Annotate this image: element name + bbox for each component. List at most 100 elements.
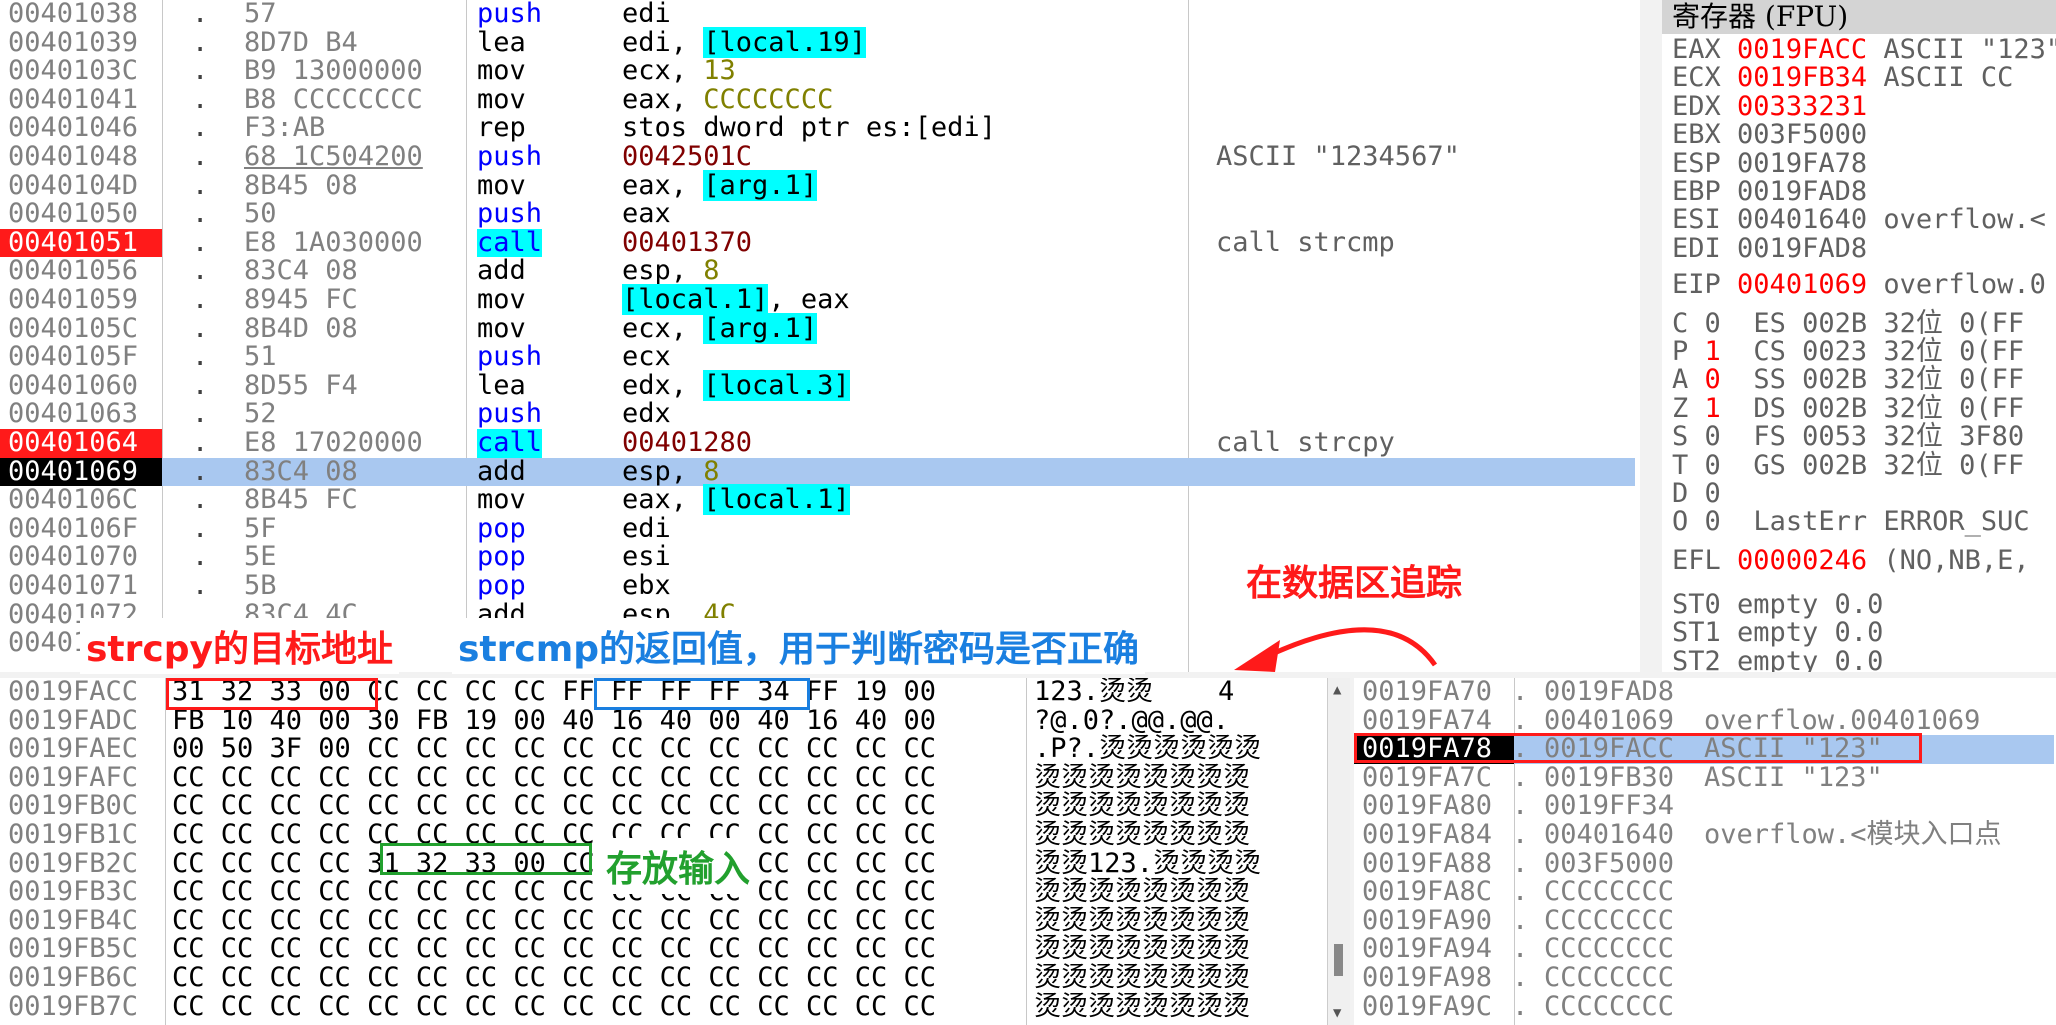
registers-pane[interactable]: 寄存器 (FPU) EAX 0019FACC ASCII "123" ECX 00… [1662, 0, 2056, 672]
scroll-thumb[interactable] [1334, 944, 1343, 976]
disasm-row[interactable]: 00401064. E8 17020000 call 00401280 call str… [0, 428, 1635, 458]
disasm-row[interactable]: 00401063. 52 push edx [0, 400, 1635, 429]
flag-o[interactable]: O 0 LastErr ERROR_SUC [1672, 508, 2030, 536]
flag-d[interactable]: D 0 [1672, 480, 1753, 508]
disasm-address: 00401063 [8, 398, 139, 430]
disasm-row[interactable]: 00401060. 8D55 F4 lea edx, [local.3] [0, 369, 1635, 401]
disasm-row[interactable]: 00401041. B8 CCCCCCCC mov eax, CCCCCCCC [0, 83, 1635, 115]
stack-row[interactable]: 0019FA98. CCCCCCCC [1354, 963, 2054, 993]
register-esi[interactable]: ESI 00401640 overflow.< [1672, 206, 2046, 234]
flag-name: T [1672, 449, 1689, 481]
disasm-mnemonic: mov [477, 284, 526, 315]
strcpy-target-box [166, 678, 378, 710]
dump-row[interactable]: 0019FB4C CC CC CC CC CC CC CC CC CC CC CC… [0, 906, 1350, 936]
fpu-register[interactable]: ST2 empty 0.0 [1672, 647, 1883, 672]
stack-row[interactable]: 0019FA80. 0019FF34 [1354, 792, 2054, 821]
disasm-row[interactable]: 0040103C. B9 13000000 mov ecx, 13 [0, 56, 1635, 86]
dump-hex: CC CC CC CC CC CC CC CC CC CC CC CC CC C… [172, 876, 937, 908]
dump-row[interactable]: 0019FB0C CC CC CC CC CC CC CC CC CC CC CC… [0, 792, 1350, 821]
stack-pane[interactable]: 0019FA70. 0019FAD8 0019FA74. 00401069 overfl… [1354, 678, 2056, 1025]
disasm-mnemonic: push [477, 198, 543, 230]
register-name: ESP [1672, 147, 1721, 179]
disasm-bytes: 57 [244, 0, 277, 29]
disasm-row[interactable]: 00401069. 83C4 08 add esp, 8 [0, 457, 1635, 487]
disasm-address: 00401048 [8, 141, 139, 172]
register-name: EFL [1672, 544, 1721, 576]
dump-ascii: ?@.0?.@@.@@. [1034, 704, 1230, 736]
dump-row[interactable]: 0019FAFC CC CC CC CC CC CC CC CC CC CC CC… [0, 763, 1350, 793]
stack-row[interactable]: 0019FA84. 00401640 overflow.<模块入口点 [1354, 820, 2054, 850]
flag-s[interactable]: S 0 FS 0053 32位 3F80 [1672, 423, 2024, 451]
dump-row[interactable]: 0019FADC FB 10 40 00 30 FB 19 00 40 16 40… [0, 704, 1350, 736]
disasm-row[interactable]: 0040105F. 51 push ecx [0, 343, 1635, 372]
fpu-register[interactable]: ST0 empty 0.0 [1672, 590, 1883, 619]
dump-row[interactable]: 0019FB7C CC CC CC CC CC CC CC CC CC CC CC… [0, 990, 1350, 1022]
stack-row[interactable]: 0019FA88. 003F5000 [1354, 849, 2054, 879]
dump-ascii: 烫烫烫烫烫烫烫烫 [1034, 962, 1250, 993]
disasm-marker: . [192, 0, 209, 29]
disasm-row[interactable]: 00401050. 50 push eax [0, 200, 1635, 229]
disasm-row[interactable]: 00401051. E8 1A030000 call 00401370 call str… [0, 226, 1635, 258]
disasm-row[interactable]: 0040106F. 5F pop edi [0, 514, 1635, 544]
disasm-row[interactable]: 00401039. 8D7D B4 lea edi, [local.19] [0, 26, 1635, 58]
dump-row[interactable]: 0019FB5C CC CC CC CC CC CC CC CC CC CC CC… [0, 935, 1350, 964]
register-ebx[interactable]: EBX 003F5000 [1672, 121, 1883, 149]
dump-row[interactable]: 0019FB6C CC CC CC CC CC CC CC CC CC CC CC… [0, 962, 1350, 993]
stack-row[interactable]: 0019FA90. CCCCCCCC [1354, 906, 2054, 936]
disasm-mnemonic: add [477, 255, 526, 287]
disasm-operand: stos dword ptr es:[edi] [622, 112, 996, 144]
disasm-row[interactable]: 0040105C. 8B4D 08 mov ecx, [arg.1] [0, 312, 1635, 344]
disasm-marker: . [192, 83, 209, 115]
register-edi[interactable]: EDI 0019FAD8 [1672, 234, 1883, 263]
fpu-register[interactable]: ST1 empty 0.0 [1672, 619, 1883, 647]
disasm-address: 00401059 [8, 284, 139, 315]
stack-row[interactable]: 0019FA7C. 0019FB30 ASCII "123" [1354, 761, 2054, 793]
disasm-row[interactable]: 00401059. 8945 FC mov [local.1], eax [0, 284, 1635, 315]
registers-title: 寄存器 (FPU) [1662, 0, 2056, 34]
disasm-row[interactable]: 00401038. 57 push edi [0, 0, 1635, 29]
register-ebp[interactable]: EBP 0019FAD8 [1672, 178, 1883, 206]
flag-c[interactable]: C 0 ES 002B 32位 0(FF [1672, 309, 2024, 338]
disasm-mnemonic: lea [477, 26, 526, 58]
dump-row[interactable]: 0019FAEC 00 50 3F 00 CC CC CC CC CC CC CC… [0, 735, 1350, 764]
flag-z[interactable]: Z 1 DS 002B 32位 0(FF [1672, 394, 2024, 423]
flag-a[interactable]: A 0 SS 002B 32位 0(FF [1672, 366, 2024, 394]
disasm-address: 00401056 [8, 255, 139, 287]
disasm-row[interactable]: 00401056. 83C4 08 add esp, 8 [0, 257, 1635, 286]
dump-address: 0019FB3C [8, 876, 139, 908]
register-value: 00401640 [1737, 204, 1868, 236]
dump-scrollbar[interactable]: ▲ ▼ [1327, 678, 1350, 1025]
disasm-mnemonic: mov [477, 169, 526, 201]
stack-row[interactable]: 0019FA94. CCCCCCCC [1354, 935, 2054, 964]
dump-hex: FB 10 40 00 30 FB 19 00 40 16 40 00 40 1… [172, 704, 937, 736]
disasm-row[interactable]: 0040104D. 8B45 08 mov eax, [arg.1] [0, 169, 1635, 201]
flag-t[interactable]: T 0 GS 002B 32位 0(FF [1672, 449, 2024, 481]
disasm-mnemonic: mov [477, 312, 526, 344]
stack-row[interactable]: 0019FA9C. CCCCCCCC [1354, 992, 2054, 1022]
disasm-row[interactable]: 00401048. 68 1C504200 push 0042501C ASCII "1… [0, 141, 1635, 172]
disasm-row[interactable]: 0040106C. 8B45 FC mov eax, [local.1] [0, 484, 1635, 516]
register-eip[interactable]: EIP 00401069 overflow.0 [1672, 271, 2046, 299]
disasm-row[interactable]: 00401046. F3:AB rep stos dword ptr es:[edi] [0, 114, 1635, 143]
disasm-address: 00401070 [8, 541, 139, 573]
scroll-down-icon[interactable]: ▼ [1333, 1005, 1341, 1021]
disasm-mnemonic: rep [477, 112, 526, 144]
register-ecx[interactable]: ECX 0019FB34 ASCII CC [1672, 64, 2013, 92]
flag-p[interactable]: P 1 CS 0023 32位 0(FF [1672, 338, 2024, 366]
register-eax[interactable]: EAX 0019FACC ASCII "123" [1672, 36, 2056, 64]
stack-row[interactable]: 0019FA74. 00401069 overflow.00401069 [1354, 706, 2054, 736]
register-name: EBX [1672, 119, 1721, 151]
register-edx[interactable]: EDX 00333231 [1672, 90, 1883, 122]
register-value: 00333231 [1737, 90, 1868, 122]
stack-value: CCCCCCCC [1544, 876, 1675, 908]
disasm-mnemonic: pop [477, 541, 526, 573]
dump-ascii: 烫烫烫烫烫烫烫烫 [1034, 990, 1250, 1022]
register-esp[interactable]: ESP 0019FA78 [1672, 147, 1883, 179]
disasm-bytes: 5B [244, 570, 277, 601]
stack-row[interactable]: 0019FA8C. CCCCCCCC [1354, 878, 2054, 907]
disasm-marker: . [192, 226, 209, 258]
register-efl[interactable]: EFL 00000246 (NO,NB,E, [1672, 544, 2030, 576]
register-info: (NO,NB,E, [1883, 544, 2030, 576]
stack-marker: . [1512, 876, 1529, 908]
stack-comment: ASCII "123" [1704, 761, 1883, 793]
